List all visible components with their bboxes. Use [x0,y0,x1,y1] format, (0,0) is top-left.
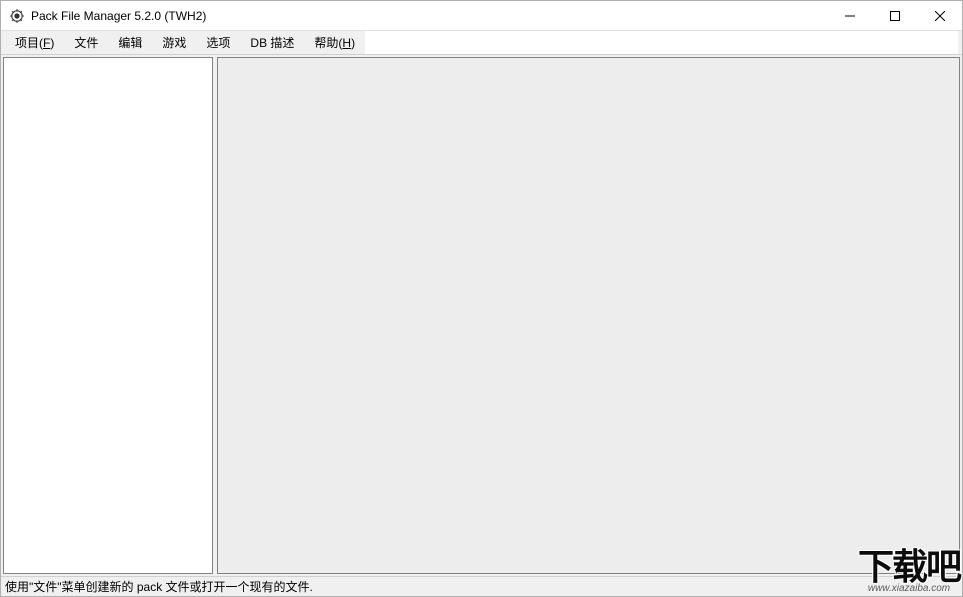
menu-options[interactable]: 选项 [196,31,240,54]
maximize-button[interactable] [872,1,917,30]
status-text: 使用"文件"菜单创建新的 pack 文件或打开一个现有的文件. [5,578,313,595]
window-controls [827,1,962,30]
tree-panel[interactable] [3,57,213,574]
menu-edit[interactable]: 编辑 [108,31,152,54]
statusbar: 使用"文件"菜单创建新的 pack 文件或打开一个现有的文件. [1,576,962,596]
app-icon [9,8,25,24]
minimize-button[interactable] [827,1,872,30]
menubar-spacer [365,31,958,54]
window-title: Pack File Manager 5.2.0 (TWH2) [31,9,827,23]
menu-project[interactable]: 项目(F) [5,31,64,54]
menu-game[interactable]: 游戏 [152,31,196,54]
menu-file[interactable]: 文件 [64,31,108,54]
titlebar: Pack File Manager 5.2.0 (TWH2) [1,1,962,31]
content-panel[interactable] [217,57,960,574]
menu-help[interactable]: 帮助(H) [304,31,365,54]
content-area [1,55,962,576]
menubar: 项目(F) 文件 编辑 游戏 选项 DB 描述 帮助(H) [1,31,962,55]
close-button[interactable] [917,1,962,30]
menu-db-description[interactable]: DB 描述 [240,31,304,54]
